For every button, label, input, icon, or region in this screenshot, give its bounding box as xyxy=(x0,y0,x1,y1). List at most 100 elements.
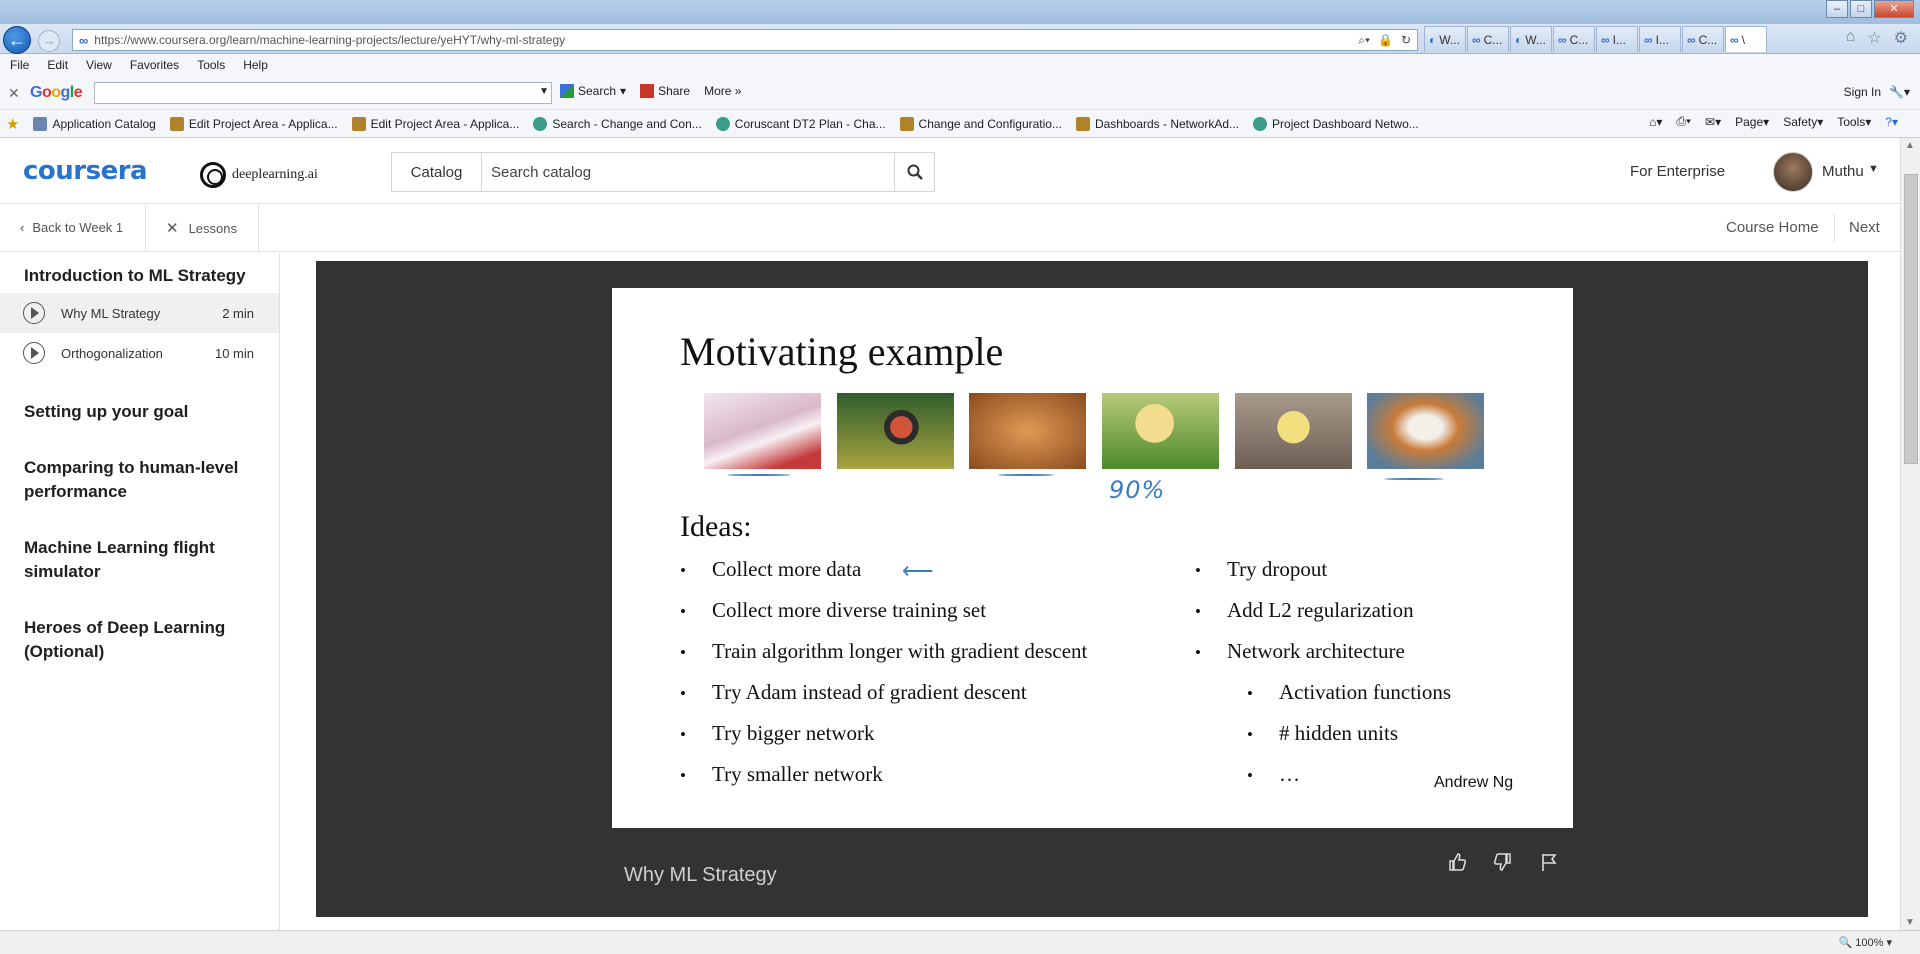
add-favorite-icon[interactable]: ★ xyxy=(6,115,19,133)
mail-icon[interactable]: ✉▾ xyxy=(1705,115,1721,129)
favorite-link[interactable]: Change and Configuratio... xyxy=(899,116,1062,131)
slide-bullet: • Try Adam instead of gradient descent xyxy=(680,680,1027,704)
avatar[interactable] xyxy=(1773,152,1813,192)
more-button[interactable]: More » xyxy=(704,84,741,98)
menu-favorites[interactable]: Favorites xyxy=(130,58,179,72)
minimize-button[interactable]: – xyxy=(1826,0,1848,18)
google-search-button[interactable]: Search ▾ xyxy=(560,84,626,98)
section-heading[interactable]: Machine Learning flight simulator xyxy=(24,536,264,584)
coursera-logo[interactable]: coursera xyxy=(23,156,148,186)
home-icon[interactable]: ⌂▾ xyxy=(1649,115,1662,129)
home-icon[interactable]: ⌂ xyxy=(1846,28,1856,48)
browser-back-button[interactable]: ← xyxy=(3,26,31,54)
menu-file[interactable]: File xyxy=(10,58,29,72)
menu-tools[interactable]: Tools xyxy=(197,58,225,72)
browser-forward-button[interactable]: → xyxy=(38,30,60,52)
divider xyxy=(1834,214,1835,242)
lesson-item-why-ml-strategy[interactable]: Why ML Strategy 2 min xyxy=(0,293,279,333)
search-input[interactable] xyxy=(482,153,894,191)
browser-tab[interactable]: ◐ W... xyxy=(1510,26,1552,52)
window-controls: – □ ✕ xyxy=(1826,0,1914,18)
course-home-link[interactable]: Course Home xyxy=(1726,219,1819,236)
scrollbar-thumb[interactable] xyxy=(1904,174,1918,464)
section-heading[interactable]: Setting up your goal xyxy=(24,400,264,424)
catalog-button[interactable]: Catalog xyxy=(392,153,482,191)
vertical-scrollbar[interactable]: ▲ ▼ xyxy=(1900,138,1920,930)
browser-tab-active[interactable]: ∞ \ xyxy=(1725,26,1767,52)
cat-image xyxy=(1367,393,1484,469)
video-player[interactable]: Motivating example 90% Ideas: • Collect m… xyxy=(316,261,1868,917)
for-enterprise-link[interactable]: For Enterprise xyxy=(1630,163,1725,180)
favorites-star-icon[interactable]: ☆ xyxy=(1867,28,1881,48)
slide-bullet: • Network architecture xyxy=(1195,639,1405,663)
share-button[interactable]: Share xyxy=(640,84,690,98)
browser-tab[interactable]: ∞ C... xyxy=(1682,26,1724,52)
browser-tab[interactable]: ◐ W... xyxy=(1424,26,1466,52)
slide-author: Andrew Ng xyxy=(1434,774,1514,791)
menu-tools-cmd[interactable]: Tools▾ xyxy=(1837,115,1871,129)
browser-tab[interactable]: ∞ I... xyxy=(1596,26,1638,52)
search-button[interactable] xyxy=(894,153,934,191)
sign-in-link[interactable]: Sign In xyxy=(1844,85,1881,99)
chevron-down-icon[interactable]: ▼ xyxy=(1868,163,1879,175)
favorite-link[interactable]: Edit Project Area - Applica... xyxy=(169,116,338,131)
refresh-icon[interactable]: ↻ xyxy=(1401,33,1411,48)
thumbs-up-icon[interactable] xyxy=(1447,852,1467,872)
lesson-item-orthogonalization[interactable]: Orthogonalization 10 min xyxy=(0,333,279,373)
favorite-link[interactable]: Coruscant DT2 Plan - Cha... xyxy=(715,116,886,131)
play-icon xyxy=(23,342,45,364)
divider xyxy=(258,204,259,252)
section-heading[interactable]: Comparing to human-level performance xyxy=(24,456,264,504)
close-toolbar-icon[interactable]: ✕ xyxy=(8,85,20,102)
browser-tab[interactable]: ∞ I... xyxy=(1639,26,1681,52)
section-heading[interactable]: Heroes of Deep Learning (Optional) xyxy=(24,616,264,664)
lessons-toggle[interactable]: ✕ Lessons xyxy=(166,219,237,237)
bird-image xyxy=(837,393,954,469)
settings-gear-icon[interactable]: ⚙ xyxy=(1894,28,1908,48)
scroll-down-icon[interactable]: ▼ xyxy=(1905,917,1915,928)
print-icon[interactable]: ⎙▾ xyxy=(1676,114,1691,129)
flag-icon[interactable] xyxy=(1539,852,1559,872)
close-window-button[interactable]: ✕ xyxy=(1874,0,1914,18)
handwritten-annotation: 90% xyxy=(1109,476,1166,504)
deeplearning-logo[interactable]: deeplearning.ai xyxy=(200,162,318,188)
favorite-link[interactable]: Dashboards - NetworkAd... xyxy=(1075,116,1239,131)
search-icon[interactable]: ⌕▾ xyxy=(1358,33,1370,48)
slide-bullet: • Try bigger network xyxy=(680,721,875,745)
favorite-link[interactable]: Application Catalog xyxy=(33,116,156,131)
tab-favicon-icon: ◐ xyxy=(1429,32,1437,47)
slide-bullet: • Collect more diverse training set xyxy=(680,598,987,622)
video-title: Why ML Strategy xyxy=(624,864,777,886)
section-heading[interactable]: Introduction to ML Strategy xyxy=(24,264,264,288)
close-icon: ✕ xyxy=(166,220,179,237)
zoom-level[interactable]: 🔍 100% ▾ xyxy=(1839,936,1892,949)
wrench-icon[interactable]: 🔧▾ xyxy=(1889,85,1910,99)
browser-tab[interactable]: ∞ C... xyxy=(1553,26,1595,52)
browser-tab[interactable]: ∞ C... xyxy=(1467,26,1509,52)
chevron-left-icon: ‹ xyxy=(20,220,25,235)
tab-favicon-icon: ∞ xyxy=(1730,32,1739,47)
lock-icon[interactable]: 🔒 xyxy=(1378,33,1393,48)
dropdown-arrow-icon[interactable]: ▼ xyxy=(539,86,549,97)
back-to-week-link[interactable]: ‹ Back to Week 1 xyxy=(20,220,123,235)
lecture-slide: Motivating example 90% Ideas: • Collect m… xyxy=(612,288,1573,828)
address-bar[interactable]: ∞ https://www.coursera.org/learn/machine… xyxy=(72,29,1418,51)
menu-page[interactable]: Page▾ xyxy=(1735,115,1769,129)
user-name[interactable]: Muthu xyxy=(1822,163,1864,180)
help-icon[interactable]: ?▾ xyxy=(1885,115,1898,129)
thumbs-down-icon[interactable] xyxy=(1493,852,1513,872)
favorite-link[interactable]: Project Dashboard Netwo... xyxy=(1253,116,1419,131)
menu-help[interactable]: Help xyxy=(243,58,268,72)
menu-edit[interactable]: Edit xyxy=(47,58,68,72)
menu-safety[interactable]: Safety▾ xyxy=(1783,115,1823,129)
scroll-up-icon[interactable]: ▲ xyxy=(1905,140,1915,151)
favorite-link[interactable]: Edit Project Area - Applica... xyxy=(351,116,519,131)
deeplearning-emblem-icon xyxy=(200,162,226,188)
google-search-input[interactable]: ▼ xyxy=(94,82,552,104)
next-link[interactable]: Next xyxy=(1849,219,1880,236)
favorite-link[interactable]: Search - Change and Con... xyxy=(533,116,702,131)
search-icon xyxy=(907,164,923,180)
menu-view[interactable]: View xyxy=(86,58,112,72)
share-icon xyxy=(640,84,655,98)
maximize-button[interactable]: □ xyxy=(1850,0,1872,18)
